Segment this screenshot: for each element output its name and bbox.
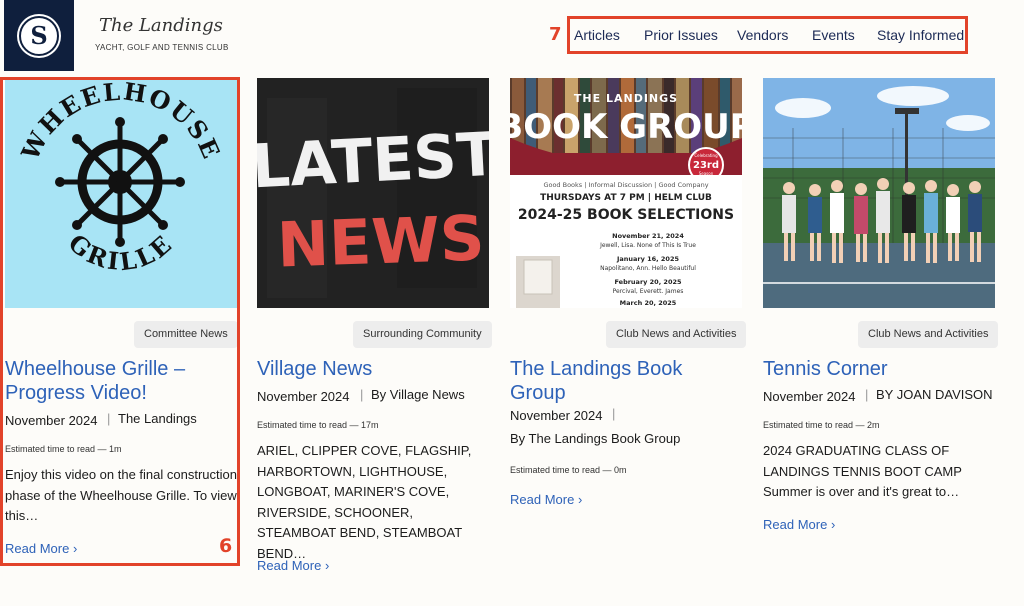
flyer-book-date-4: March 20, 2025 (620, 299, 677, 307)
card-author: By The Landings Book Group (510, 431, 681, 446)
card-title[interactable]: Village News (257, 357, 487, 381)
card-title[interactable]: The Landings Book Group (510, 357, 710, 405)
annotation-box-card (0, 77, 240, 566)
brand-subtitle: Yacht, Golf and Tennis Club (95, 43, 229, 52)
read-more-link[interactable]: Read More › (763, 517, 835, 532)
read-time: Estimated time to read — 2m (763, 420, 880, 430)
read-time: Estimated time to read — 0m (510, 465, 627, 475)
read-time: Estimated time to read — 17m (257, 420, 379, 430)
flyer-book-info-2: Napolitano, Ann. Hello Beautiful (600, 265, 696, 272)
site-header: S The Landings Yacht, Golf and Tennis Cl… (0, 0, 1024, 72)
club-logo[interactable]: S (4, 0, 74, 71)
category-badge[interactable]: Club News and Activities (606, 321, 747, 348)
flyer-season-top: Celebrating (694, 153, 718, 158)
card-image-tennis[interactable] (763, 78, 995, 308)
brand-title[interactable]: The Landings (99, 15, 223, 36)
flyer-heading-big: BOOK GROUP (510, 107, 742, 147)
flyer-book-info-3: Percival, Everett. James (613, 288, 684, 295)
annotation-number-card: 6 (219, 535, 233, 557)
flyer-when: THURSDAYS AT 7 PM | HELM CLUB (540, 193, 712, 203)
card-date: November 2024 (257, 389, 350, 404)
flyer-book-date-1: November 21, 2024 (612, 232, 684, 240)
flyer-heading-small: THE LANDINGS (574, 92, 678, 105)
card-date: November 2024 (763, 389, 856, 404)
card-title[interactable]: Tennis Corner (763, 357, 993, 381)
read-more-label: Read More (763, 517, 828, 532)
image-text-news: NEWS (276, 201, 486, 281)
annotation-number-nav: 7 (549, 24, 562, 45)
card-date: November 2024 (510, 408, 603, 423)
nav-articles[interactable]: Articles (574, 27, 620, 43)
nav-events[interactable]: Events (812, 27, 855, 43)
meta-divider: | (612, 406, 616, 421)
image-text-latest: LATEST (257, 120, 489, 203)
nav-vendors[interactable]: Vendors (737, 27, 788, 43)
chevron-right-icon: › (577, 492, 583, 507)
meta-divider: | (360, 387, 364, 402)
logo-letter: S (30, 20, 48, 50)
card-excerpt: ARIEL, CLIPPER COVE, FLAGSHIP, HARBORTOW… (257, 443, 472, 561)
category-badge[interactable]: Surrounding Community (353, 321, 492, 348)
flyer-season-num: 23rd (693, 160, 719, 171)
chevron-right-icon: › (830, 517, 836, 532)
flyer-tagline: Good Books | Informal Discussion | Good … (543, 181, 708, 189)
flyer-book-info-1: Jewell, Lisa. None of This Is True (599, 242, 696, 249)
chevron-right-icon: › (324, 558, 330, 573)
read-more-link[interactable]: Read More › (510, 492, 582, 507)
nav-stay-informed[interactable]: Stay Informed (877, 27, 964, 43)
category-badge[interactable]: Club News and Activities (858, 321, 999, 348)
card-image-latest-news[interactable]: LATEST NEWS (257, 78, 489, 308)
card-image-book-group[interactable]: THE LANDINGS BOOK GROUP Celebrating 23rd… (510, 78, 742, 308)
book-group-flyer-image: THE LANDINGS BOOK GROUP Celebrating 23rd… (510, 78, 742, 308)
card-author: BY JOAN DAVISON (876, 387, 993, 402)
flyer-book-date-3: February 20, 2025 (614, 278, 682, 286)
card-excerpt: 2024 GRADUATING CLASS OF LANDINGS TENNIS… (763, 443, 962, 499)
chalkboard-news-image: LATEST NEWS (257, 78, 489, 308)
tennis-group-photo (763, 78, 995, 308)
nav-prior-issues[interactable]: Prior Issues (644, 27, 718, 43)
card-author: By Village News (371, 387, 465, 402)
meta-divider: | (865, 387, 869, 402)
flyer-selections: 2024-25 BOOK SELECTIONS (518, 207, 734, 223)
logo-emblem: S (19, 15, 59, 56)
read-more-link[interactable]: Read More › (257, 558, 329, 573)
read-more-label: Read More (510, 492, 575, 507)
flyer-book-date-2: January 16, 2025 (616, 255, 679, 263)
read-more-label: Read More (257, 558, 322, 573)
